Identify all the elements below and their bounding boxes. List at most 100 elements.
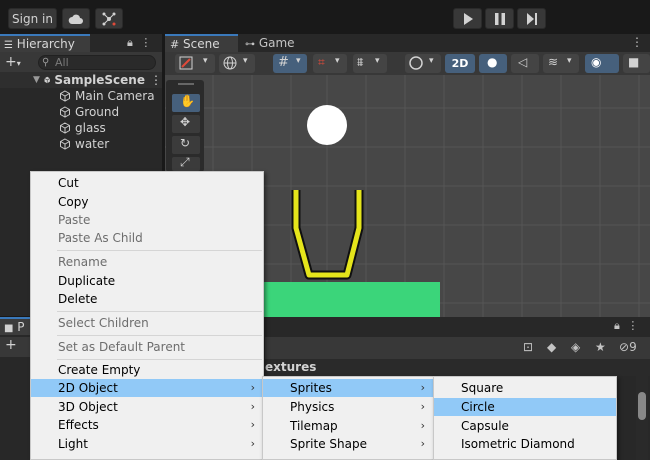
- favorite-star-icon[interactable]: ★: [595, 340, 606, 354]
- camera-icon: ■: [628, 55, 640, 69]
- menu-item-tilemap[interactable]: Tilemap ›: [263, 417, 433, 435]
- hierarchy-tab-controls: 🔒︎ ⋮: [127, 36, 157, 50]
- cloud-button[interactable]: [62, 8, 90, 29]
- effects-dropdown[interactable]: ≋ ▾: [543, 54, 579, 73]
- increment-snap-toggle[interactable]: ⌗ ▾: [313, 54, 347, 73]
- menu-item-light[interactable]: Light ›: [31, 435, 263, 453]
- circle-sprite[interactable]: [307, 105, 347, 145]
- chevron-right-icon: ›: [250, 437, 255, 450]
- audio-toggle[interactable]: ◁: [511, 54, 539, 73]
- menu-item-copy[interactable]: Copy: [31, 193, 263, 211]
- chevron-right-icon: ›: [420, 437, 425, 450]
- menu-item-paste[interactable]: Paste: [31, 211, 263, 229]
- gameobject-cube-icon: [60, 106, 70, 118]
- menu-item-set-default-parent[interactable]: Set as Default Parent: [31, 338, 263, 356]
- align-icon: ⩩: [357, 55, 364, 69]
- tree-item-label: Main Camera: [75, 89, 155, 103]
- play-button[interactable]: [453, 8, 482, 29]
- hierarchy-context-menu: Cut Copy Paste Paste As Child Rename Dup…: [30, 171, 264, 460]
- step-button[interactable]: [517, 8, 546, 29]
- kebab-menu-icon[interactable]: ⋮: [150, 73, 162, 87]
- menu-item-sprites[interactable]: Sprites ›: [263, 379, 433, 397]
- global-toggle[interactable]: ▾: [219, 54, 255, 73]
- menu-item-select-children[interactable]: Select Children: [31, 314, 263, 332]
- collab-button[interactable]: [95, 8, 123, 29]
- submenu-sprites: Square Circle Capsule Isometric Diamond: [433, 376, 617, 460]
- tree-item-scene[interactable]: ▼ SampleScene ⋮: [0, 72, 162, 88]
- kebab-menu-icon[interactable]: ⋮: [631, 35, 643, 49]
- sign-in-button[interactable]: Sign in: [8, 8, 57, 29]
- grid-snapping-toggle[interactable]: # ▾: [273, 54, 307, 73]
- label-icon[interactable]: ◈: [571, 340, 580, 354]
- menu-item-rename[interactable]: Rename: [31, 253, 263, 271]
- folder-icon: ■: [4, 323, 14, 334]
- tab-scene[interactable]: # Scene: [165, 34, 238, 52]
- chevron-right-icon: ›: [250, 381, 255, 394]
- menu-item-isometric-diamond[interactable]: Isometric Diamond: [434, 435, 616, 453]
- speaker-muted-icon: ◁: [518, 55, 528, 69]
- align-toggle[interactable]: ⩩ ▾: [353, 54, 387, 73]
- menu-separator: [57, 335, 262, 336]
- increment-snap-icon: ⌗: [318, 55, 325, 69]
- play-icon: [463, 12, 473, 25]
- 2d-mode-toggle[interactable]: 2D: [445, 54, 475, 73]
- lock-icon[interactable]: 🔒︎: [614, 319, 620, 332]
- create-button[interactable]: +: [0, 337, 30, 357]
- lighting-toggle[interactable]: ●: [479, 54, 507, 73]
- filter-icon[interactable]: ◆: [547, 340, 556, 354]
- scale-tool-button[interactable]: ⤢: [172, 155, 200, 171]
- pause-button[interactable]: [485, 8, 514, 29]
- menu-item-paste-as-child[interactable]: Paste As Child: [31, 229, 263, 247]
- menu-item-create-empty[interactable]: Create Empty: [31, 361, 263, 379]
- hand-tool-button[interactable]: ✋: [172, 94, 200, 112]
- chevron-down-icon: ▾: [429, 56, 434, 66]
- menu-item-label: Effects: [58, 418, 99, 432]
- list-icon: ☰: [4, 40, 13, 51]
- step-icon: [526, 12, 537, 25]
- lock-icon[interactable]: 🔒︎: [127, 36, 133, 49]
- globe-icon: [223, 56, 237, 70]
- menu-separator: [57, 311, 262, 312]
- tab-hierarchy[interactable]: ☰ Hierarchy: [0, 34, 90, 52]
- ground-sprite[interactable]: [237, 282, 440, 317]
- search-input[interactable]: ⚲ All: [38, 55, 156, 70]
- add-button[interactable]: +▾: [5, 54, 21, 70]
- kebab-menu-icon[interactable]: ⋮: [140, 36, 151, 49]
- tree-item-label: glass: [75, 121, 106, 135]
- rotate-tool-button[interactable]: ↻: [172, 136, 200, 154]
- tab-project[interactable]: ■ P: [0, 317, 30, 335]
- draw-mode-dropdown[interactable]: ▾: [175, 54, 215, 73]
- menu-item-label: 2D Object: [58, 381, 118, 395]
- scene-visibility-toggle[interactable]: ◉: [585, 54, 619, 73]
- scrollbar-thumb[interactable]: [638, 392, 646, 420]
- menu-item-circle[interactable]: Circle: [434, 398, 616, 416]
- menu-item-2d-object[interactable]: 2D Object ›: [31, 379, 263, 397]
- tree-item-water[interactable]: water: [0, 136, 162, 152]
- menu-item-3d-object[interactable]: 3D Object ›: [31, 398, 263, 416]
- menu-item-cut[interactable]: Cut: [31, 174, 263, 192]
- move-icon: ✥: [180, 115, 191, 129]
- tool-palette: ✋ ✥ ↻ ⤢: [166, 80, 204, 172]
- scene-view-toolbar: ▾ ▾ # ▾ ⌗ ▾ ⩩ ▾ ▾ 2D ● ◁ ≋ ▾ ◉ ■: [165, 52, 650, 75]
- chevron-down-icon: ▾: [203, 56, 208, 66]
- move-tool-button[interactable]: ✥: [172, 115, 200, 133]
- menu-item-square[interactable]: Square: [434, 379, 616, 397]
- menu-item-effects[interactable]: Effects ›: [31, 416, 263, 434]
- tree-item-main-camera[interactable]: Main Camera: [0, 88, 162, 104]
- tree-item-ground[interactable]: Ground: [0, 104, 162, 120]
- menu-item-duplicate[interactable]: Duplicate: [31, 272, 263, 290]
- menu-item-physics[interactable]: Physics ›: [263, 398, 433, 416]
- menu-item-label: Physics: [290, 400, 335, 414]
- tree-item-glass[interactable]: glass: [0, 120, 162, 136]
- tab-game[interactable]: ⊶ Game: [242, 34, 302, 52]
- hidden-packages-icon[interactable]: ⊘9: [619, 340, 637, 354]
- hand-icon: ✋: [180, 94, 195, 108]
- menu-item-capsule[interactable]: Capsule: [434, 417, 616, 435]
- menu-item-delete[interactable]: Delete: [31, 290, 263, 308]
- shading-dropdown[interactable]: ▾: [405, 54, 441, 73]
- menu-item-sprite-shape[interactable]: Sprite Shape ›: [263, 435, 433, 453]
- camera-dropdown[interactable]: ■: [623, 54, 650, 73]
- brush-icon: [179, 56, 193, 70]
- search-by-type-icon[interactable]: ⊡: [523, 340, 533, 354]
- kebab-menu-icon[interactable]: ⋮: [627, 319, 638, 332]
